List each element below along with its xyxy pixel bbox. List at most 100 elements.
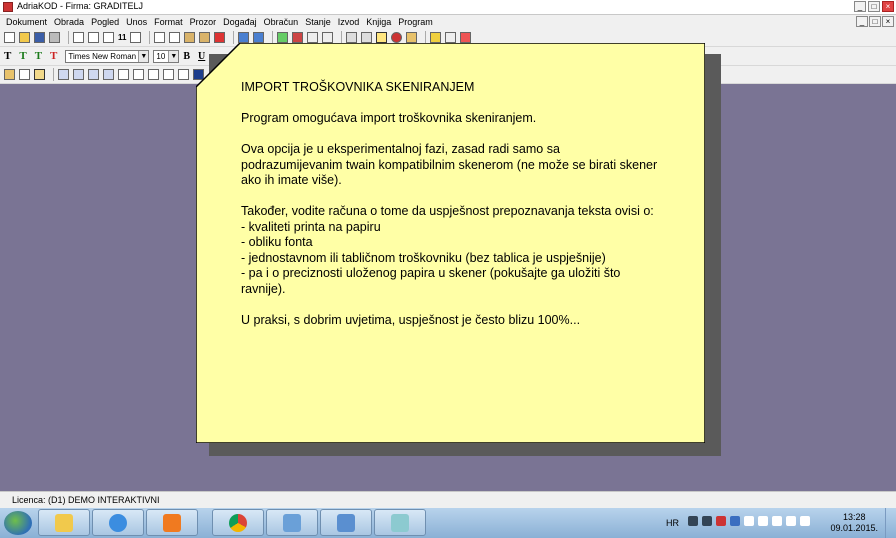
note-paragraph-2: Ova opcija je u eksperimentalnoj fazi, z… [241,142,658,187]
menu-knjiga[interactable]: Knjiga [363,15,395,27]
check-icon[interactable] [445,32,457,43]
save-icon[interactable] [34,32,45,43]
bold-button[interactable]: B [183,51,190,62]
text-style-1-button[interactable]: T [4,50,11,62]
paste-special-icon[interactable] [199,32,211,43]
home-icon[interactable] [292,32,304,43]
menu-prozor[interactable]: Prozor [187,15,221,27]
font-name-select[interactable]: Times New Roman ▼ [65,49,150,63]
mdi-restore-button[interactable]: □ [869,16,881,27]
language-indicator[interactable]: HR [666,518,679,528]
taskbar-media[interactable] [146,509,198,536]
refresh-icon[interactable] [277,32,289,43]
zoom-out-icon[interactable] [103,32,114,43]
form-icon[interactable] [307,32,319,43]
license-status: Licenca: (D1) DEMO INTERAKTIVNI [12,495,160,505]
print-icon[interactable] [49,32,60,43]
exit-icon[interactable] [460,32,472,43]
tray-flag-icon[interactable] [786,516,796,526]
taskbar: HR 13:28 09.01.2015. [0,508,896,538]
font-name-value: Times New Roman [68,51,137,61]
numbered-list-icon[interactable] [118,69,129,80]
menu-stanje[interactable]: Stanje [302,15,335,27]
copy-icon[interactable] [169,32,181,43]
text-style-3-button[interactable]: T [35,50,42,62]
zoom-in-icon[interactable] [88,32,99,43]
menu-dogadaj[interactable]: Događaj [220,15,261,27]
taskbar-network[interactable] [320,509,372,536]
text-style-4-button[interactable]: T [50,50,57,62]
justify-icon[interactable] [34,69,45,80]
mdi-minimize-button[interactable]: _ [856,16,868,27]
print-preview-icon[interactable] [73,32,84,43]
media-player-icon [163,514,181,532]
undo-icon[interactable] [238,32,250,43]
help-icon[interactable] [430,32,442,43]
app-icon [3,2,13,12]
taskbar-explorer[interactable] [38,509,90,536]
folder-icon [55,514,73,532]
menu-dokument[interactable]: Dokument [3,15,51,27]
mdi-close-button[interactable]: × [882,16,894,27]
clock[interactable]: 13:28 09.01.2015. [830,512,878,534]
menu-format[interactable]: Format [151,15,187,27]
system-tray: HR 13:28 09.01.2015. [666,508,896,538]
outdent-icon[interactable] [163,69,174,80]
list-icon[interactable] [322,32,334,43]
indent-icon[interactable] [148,69,159,80]
delete-icon[interactable] [214,32,226,43]
cut-icon[interactable] [154,32,166,43]
table-insert-icon[interactable] [178,69,189,80]
window-icon[interactable] [361,32,373,43]
paste-icon[interactable] [184,32,196,43]
text-style-2-button[interactable]: T [19,50,26,62]
tray-icons [688,516,810,526]
redo-icon[interactable] [253,32,265,43]
taskbar-adriakod[interactable] [266,509,318,536]
menu-obrada[interactable]: Obrada [51,15,88,27]
tray-sound-icon[interactable] [800,516,810,526]
app-icon [391,514,409,532]
tray-network-icon[interactable] [702,516,712,526]
tray-volume-icon[interactable] [758,516,768,526]
font-size-select[interactable]: 10 ▼ [153,49,180,63]
new-document-icon[interactable] [4,32,15,43]
taskbar-ie[interactable] [92,509,144,536]
page-number-label[interactable]: 11 [118,33,126,42]
menu-obracun[interactable]: Obračun [261,15,303,27]
menu-program[interactable]: Program [395,15,437,27]
paragraph-icon[interactable] [19,69,30,80]
tray-update-icon[interactable] [730,516,740,526]
tray-power-icon[interactable] [744,516,754,526]
start-button[interactable] [4,511,32,535]
maximize-button[interactable]: □ [868,1,880,12]
menu-pogled[interactable]: Pogled [88,15,123,27]
heading-2-icon[interactable] [73,69,84,80]
tools-icon[interactable] [406,32,418,43]
table-icon[interactable] [346,32,358,43]
window-title: AdriaKOD - Firma: GRADITELJ [17,1,144,11]
open-folder-icon[interactable] [19,32,30,43]
browser-icon [109,514,127,532]
two-pages-icon[interactable] [130,32,142,43]
style-icon[interactable] [4,69,15,80]
taskbar-app[interactable] [374,509,426,536]
menu-unos[interactable]: Unos [123,15,151,27]
bullet-list-icon[interactable] [133,69,144,80]
taskbar-chrome[interactable] [212,509,264,536]
close-button[interactable]: × [882,1,894,12]
stop-icon[interactable] [391,32,403,43]
heading-3-icon[interactable] [88,69,99,80]
minimize-button[interactable]: _ [854,1,866,12]
heading-1-icon[interactable] [58,69,69,80]
note-list-item: - pa i o preciznosti uloženog papira u s… [241,266,621,296]
tray-monitor-icon[interactable] [772,516,782,526]
show-desktop-button[interactable] [885,508,896,538]
heading-4-icon[interactable] [103,69,114,80]
tray-app-icon[interactable] [688,516,698,526]
tray-security-icon[interactable] [716,516,726,526]
info-note: IMPORT TROŠKOVNIKA SKENIRANJEM Program o… [196,43,705,443]
scan-icon[interactable] [376,32,388,43]
note-paragraph-1: Program omogućava import troškovnika ske… [241,111,537,125]
menu-izvod[interactable]: Izvod [335,15,364,27]
